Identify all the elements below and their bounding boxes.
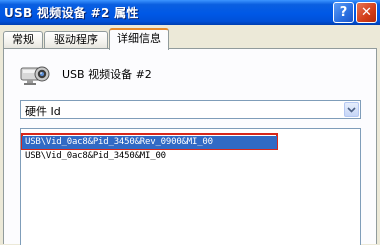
property-dropdown[interactable]: 硬件 Id [20, 100, 361, 119]
details-panel: USB 视频设备 #2 硬件 Id USB\Vid_0ac8&Pid_3450&… [3, 48, 377, 245]
webcam-icon [20, 66, 50, 85]
title-bar[interactable]: USB 视频设备 #2 属性 ? ✕ [0, 0, 380, 25]
tab-general[interactable]: 常规 [3, 31, 43, 48]
tab-bar: 常规 驱动程序 详细信息 [0, 27, 380, 50]
list-item[interactable]: USB\Vid_0ac8&Pid_3450&MI_00 [22, 150, 166, 163]
device-name: USB 视频设备 #2 [62, 68, 152, 81]
values-list[interactable]: USB\Vid_0ac8&Pid_3450&Rev_0900&MI_00 USB… [20, 128, 361, 245]
chevron-down-icon [347, 106, 356, 113]
close-button[interactable]: ✕ [356, 2, 377, 23]
property-dropdown-value: 硬件 Id [25, 105, 61, 118]
help-icon: ? [339, 5, 348, 20]
close-icon: ✕ [361, 5, 372, 20]
tab-driver[interactable]: 驱动程序 [44, 31, 108, 48]
help-button[interactable]: ? [333, 2, 354, 23]
list-item[interactable]: USB\Vid_0ac8&Pid_3450&Rev_0900&MI_00 [22, 136, 277, 149]
tab-details[interactable]: 详细信息 [109, 28, 169, 50]
window-title: USB 视频设备 #2 属性 [4, 6, 139, 20]
dropdown-button[interactable] [344, 102, 359, 117]
